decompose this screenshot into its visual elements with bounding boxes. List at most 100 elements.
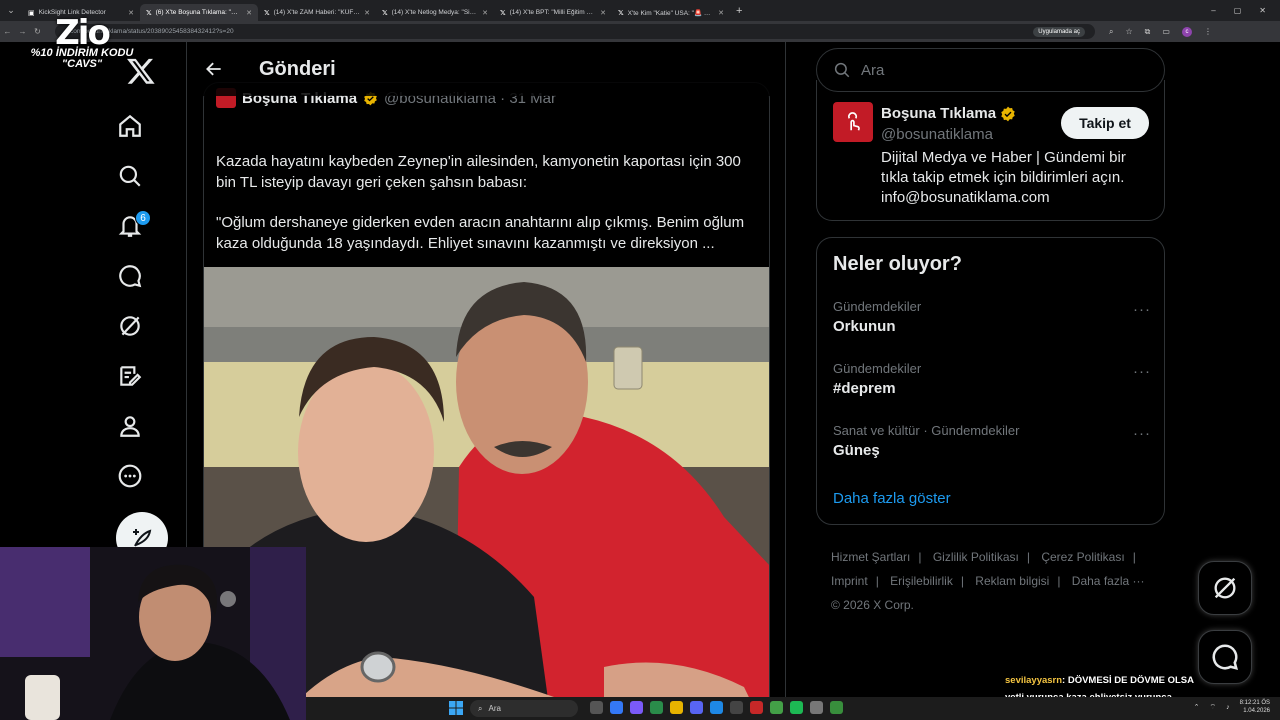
trend-meta: Sanat ve kültür · Gündemdekiler bbox=[833, 423, 1020, 438]
tap-hand-icon bbox=[848, 112, 860, 131]
close-window-icon[interactable]: ✕ bbox=[1259, 6, 1266, 15]
new-tab-icon[interactable]: + bbox=[730, 5, 748, 17]
chat-message: sevilayyasrn: DÖVMESİ DE DÖVME OLSA bbox=[1005, 672, 1194, 689]
nav-more[interactable] bbox=[105, 451, 155, 501]
browser-tab-bar: ⌄ ▣ KickSight Link Detector ✕ 𝕏 (6) X'te Bo… bbox=[0, 0, 1280, 21]
browser-tab[interactable]: 𝕏(14) X'te ZAM Haberi: "KÜFÜRLÜ... ✕ bbox=[258, 4, 376, 21]
follow-button[interactable]: Takip et bbox=[1061, 107, 1149, 139]
browser-tab[interactable]: 𝕏(14) X'te BPT: "Milli Eğitim Baka... ✕ bbox=[494, 4, 612, 21]
profile-avatar[interactable]: c bbox=[1181, 26, 1192, 37]
app-icon[interactable] bbox=[810, 701, 823, 714]
profile-handle: @bosunatiklama bbox=[881, 126, 993, 143]
tab-favicon: ▣ bbox=[28, 9, 35, 17]
profile-name-row[interactable]: Boşuna Tıklama bbox=[881, 105, 1016, 122]
trend-item[interactable]: Gündemdekiler #deprem ··· bbox=[833, 361, 1151, 411]
nav-lists[interactable] bbox=[105, 351, 155, 401]
webcam-illustration bbox=[0, 547, 306, 720]
extensions-icon[interactable]: ⧉ bbox=[1145, 27, 1151, 37]
search-icon: ⌕ bbox=[478, 703, 483, 713]
tab-title: X'te Kim "Katie" USA: "🚨 BREA... bbox=[627, 9, 714, 17]
browser-tab[interactable]: 𝕏 (14) X'te Netlog Medya: "Sipari... ✕ bbox=[376, 4, 494, 21]
trends-title: Neler oluyor? bbox=[833, 253, 962, 275]
app-icon[interactable] bbox=[750, 701, 763, 714]
clock-time: 8:12:21 ÖS bbox=[1239, 700, 1270, 706]
more-options-icon[interactable]: ··· bbox=[1133, 301, 1151, 318]
tray-chevron-icon[interactable]: ⌃ bbox=[1194, 703, 1200, 711]
search-bar[interactable] bbox=[816, 48, 1165, 92]
taskbar-search[interactable]: ⌕ Ara bbox=[470, 700, 578, 717]
nav-explore[interactable] bbox=[105, 151, 155, 201]
chrome-icon[interactable] bbox=[770, 701, 783, 714]
chrome-icon[interactable] bbox=[650, 701, 663, 714]
tab-close-icon[interactable]: ✕ bbox=[246, 9, 252, 17]
more-options-icon[interactable]: ··· bbox=[1133, 363, 1151, 380]
back-nav-icon[interactable]: ← bbox=[0, 27, 15, 36]
sidepanel-icon[interactable]: ▭ bbox=[1162, 27, 1170, 36]
notification-badge: 6 bbox=[135, 210, 151, 226]
spotify-icon[interactable] bbox=[790, 701, 803, 714]
maximize-icon[interactable]: ▢ bbox=[1234, 6, 1242, 15]
footer-link[interactable]: Çerez Politikası bbox=[1041, 550, 1124, 564]
grok-icon bbox=[1214, 577, 1236, 599]
nav-notifications[interactable]: 6 bbox=[105, 201, 155, 251]
url-field[interactable]: x.com/bosunatiklama/status/2038902545838… bbox=[55, 24, 1095, 39]
discord-icon[interactable] bbox=[690, 701, 703, 714]
left-navigation: 6 bbox=[100, 101, 160, 501]
minimize-icon[interactable]: – bbox=[1211, 6, 1215, 15]
bookmark-star-icon[interactable]: ☆ bbox=[1125, 27, 1132, 36]
footer-link[interactable]: Daha fazla ··· bbox=[1072, 574, 1145, 588]
tab-close-icon[interactable]: ✕ bbox=[364, 9, 370, 17]
nav-messages[interactable] bbox=[105, 251, 155, 301]
tab-close-icon[interactable]: ✕ bbox=[718, 9, 724, 17]
show-more-link[interactable]: Daha fazla göster bbox=[833, 490, 951, 507]
network-icon[interactable]: ⌔ bbox=[1210, 703, 1217, 712]
file-explorer-icon[interactable] bbox=[670, 701, 683, 714]
tab-close-icon[interactable]: ✕ bbox=[128, 9, 134, 17]
footer-link[interactable]: Gizlilik Politikası bbox=[933, 550, 1019, 564]
task-view-icon[interactable] bbox=[590, 701, 603, 714]
x-favicon: 𝕏 bbox=[618, 9, 624, 17]
open-in-app-button[interactable]: Uygulamada aç bbox=[1033, 26, 1085, 37]
compose-list-icon bbox=[120, 366, 142, 386]
webcam-overlay bbox=[0, 547, 306, 720]
footer-link[interactable]: Reklam bilgisi bbox=[975, 574, 1049, 588]
tab-close-icon[interactable]: ✕ bbox=[482, 9, 488, 17]
grok-floating-button[interactable] bbox=[1198, 561, 1252, 615]
profile-name[interactable]: Boşuna Tıklama bbox=[881, 105, 996, 122]
sponsor-logo: Zio bbox=[55, 13, 111, 53]
tab-search-icon[interactable]: ⌄ bbox=[0, 0, 22, 21]
tab-close-icon[interactable]: ✕ bbox=[600, 9, 606, 17]
nav-grok[interactable] bbox=[105, 301, 155, 351]
trend-item[interactable]: Sanat ve kültür · Gündemdekiler Güneş ··… bbox=[833, 423, 1151, 473]
nav-profile[interactable] bbox=[105, 401, 155, 451]
tab-title: (14) X'te BPT: "Milli Eğitim Baka... bbox=[509, 9, 596, 16]
back-button[interactable] bbox=[189, 49, 239, 89]
browser-menu-icon[interactable]: ⋮ bbox=[1204, 27, 1212, 36]
browser-tab[interactable]: 𝕏X'te Kim "Katie" USA: "🚨 BREA... ✕ bbox=[612, 4, 730, 21]
zoom-icon[interactable]: ⌕ bbox=[1109, 27, 1113, 37]
copilot-icon[interactable] bbox=[630, 701, 643, 714]
browser-tab-active[interactable]: 𝕏 (6) X'te Boşuna Tıklama: "Haşe... ✕ bbox=[140, 4, 258, 21]
trend-item[interactable]: Gündemdekiler Orkunun ··· bbox=[833, 299, 1151, 349]
footer-link[interactable]: Hizmet Şartları bbox=[831, 550, 910, 564]
app-icon[interactable] bbox=[730, 701, 743, 714]
x-favicon: 𝕏 bbox=[264, 9, 270, 17]
messages-floating-button[interactable] bbox=[1198, 630, 1252, 684]
app-icon[interactable] bbox=[830, 701, 843, 714]
profile-avatar-image[interactable] bbox=[833, 102, 873, 142]
more-options-icon[interactable]: ··· bbox=[1133, 425, 1151, 442]
footer-link[interactable]: Erişilebilirlik bbox=[890, 574, 953, 588]
trend-name: #deprem bbox=[833, 380, 896, 397]
volume-icon[interactable]: ♪ bbox=[1226, 704, 1230, 711]
clock[interactable]: 8:12:21 ÖS 1.04.2026 bbox=[1240, 699, 1270, 715]
widgets-icon[interactable] bbox=[610, 701, 623, 714]
url-text: x.com/bosunatiklama/status/2038902545838… bbox=[65, 28, 234, 35]
chat-bubble-icon bbox=[1212, 644, 1239, 671]
search-input[interactable] bbox=[861, 61, 1141, 79]
app-icon[interactable] bbox=[710, 701, 723, 714]
footer-link[interactable]: Imprint bbox=[831, 574, 868, 588]
windows-start-icon[interactable] bbox=[449, 701, 463, 715]
nav-home[interactable] bbox=[105, 101, 155, 151]
page-title: Gönderi bbox=[259, 57, 336, 80]
x-favicon: 𝕏 bbox=[500, 9, 506, 17]
